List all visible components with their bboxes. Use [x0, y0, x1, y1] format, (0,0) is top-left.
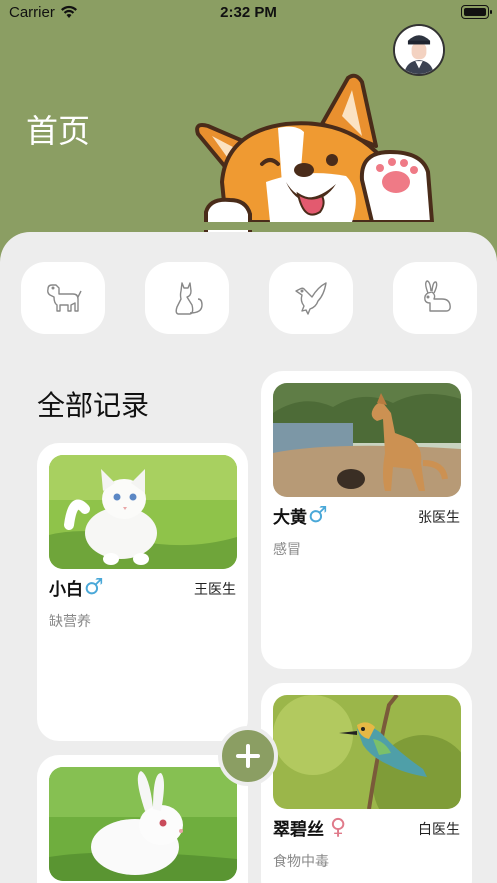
pet-name: 翠碧丝	[273, 820, 324, 840]
status-bar: Carrier 2:32 PM	[0, 0, 497, 26]
status-time: 2:32 PM	[220, 4, 277, 21]
rabbit-icon	[424, 280, 451, 312]
bird-icon	[295, 282, 327, 315]
plus-icon	[236, 744, 260, 768]
diagnosis: 缺营养	[49, 614, 91, 630]
doctor-name: 白医生	[418, 822, 460, 838]
doctor-name: 王医生	[194, 582, 236, 598]
category-bird-button[interactable]	[269, 262, 353, 334]
record-name-row: 翠碧丝 ♀	[273, 815, 346, 840]
gender-male-icon: ♂	[84, 574, 104, 600]
battery-icon	[461, 5, 492, 19]
record-photo-bird	[273, 695, 461, 809]
record-card[interactable]	[37, 755, 248, 883]
record-card[interactable]: 大黄 ♂ 张医生 感冒	[261, 371, 472, 669]
record-name-row: 大黄 ♂	[273, 503, 328, 528]
diagnosis: 感冒	[273, 542, 301, 558]
records-title: 全部记录	[37, 389, 150, 422]
record-card[interactable]: 翠碧丝 ♀ 白医生 食物中毒	[261, 683, 472, 883]
category-cat-button[interactable]	[145, 262, 229, 334]
avatar-illustration	[395, 26, 443, 74]
page-title: 首页	[26, 112, 91, 150]
gender-male-icon: ♂	[308, 502, 328, 528]
user-avatar[interactable]	[393, 24, 445, 76]
record-name-row: 小白 ♂	[49, 575, 104, 600]
pet-name: 小白	[49, 580, 83, 600]
add-record-button[interactable]	[218, 726, 278, 786]
record-photo-rabbit	[49, 767, 237, 881]
record-photo-dog	[273, 383, 461, 497]
diagnosis: 食物中毒	[273, 854, 329, 870]
category-dog-button[interactable]	[21, 262, 105, 334]
category-rabbit-button[interactable]	[393, 262, 477, 334]
corgi-illustration	[195, 73, 442, 242]
doctor-name: 张医生	[418, 510, 460, 526]
record-card[interactable]: 小白 ♂ 王医生 缺营养	[37, 443, 248, 741]
cat-icon	[175, 282, 203, 315]
record-photo-kitten	[49, 455, 237, 569]
pet-name: 大黄	[273, 508, 307, 528]
dog-icon	[47, 284, 82, 312]
gender-female-icon: ♀	[330, 814, 347, 840]
